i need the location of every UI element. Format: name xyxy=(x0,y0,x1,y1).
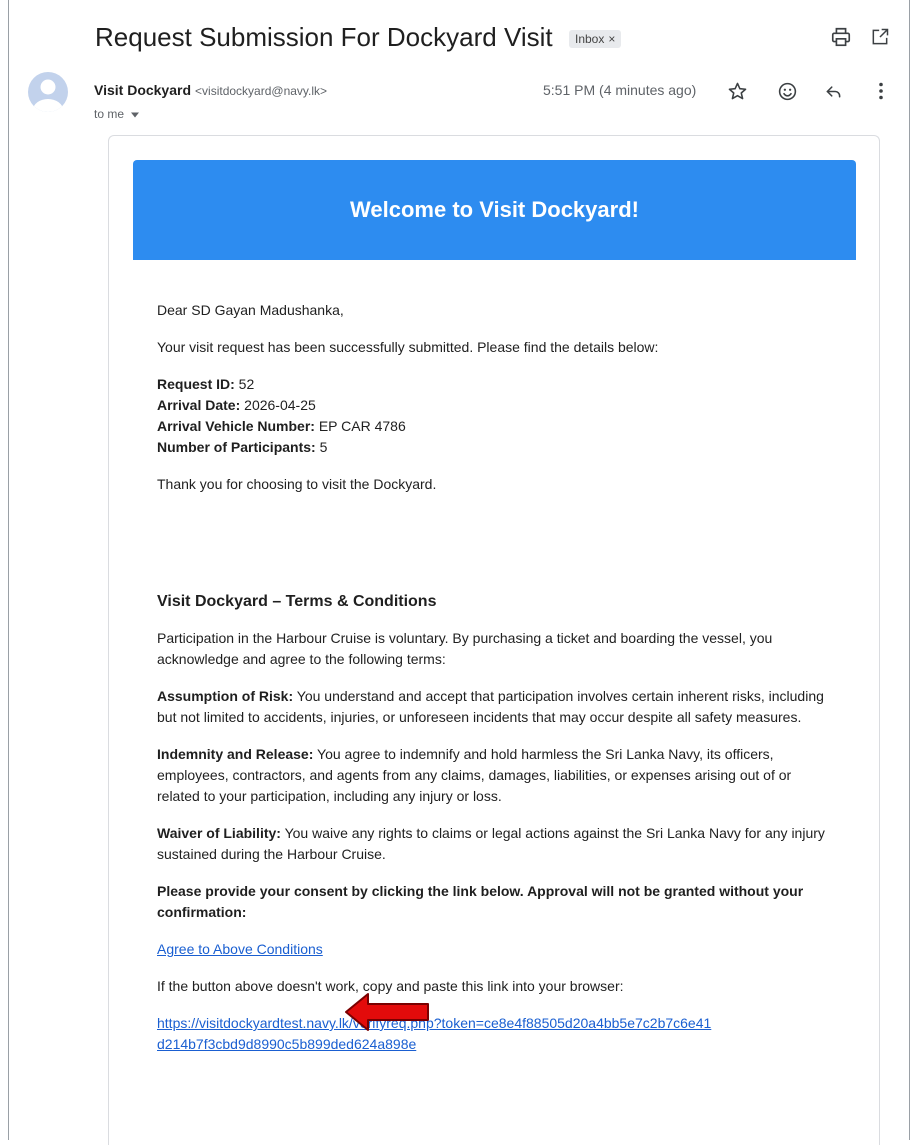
print-icon[interactable] xyxy=(828,24,854,50)
detail-value: EP CAR 4786 xyxy=(314,418,406,434)
remove-label-icon[interactable]: × xyxy=(608,32,615,46)
detail-row: Arrival Vehicle Number: EP CAR 4786 xyxy=(157,416,827,437)
recipient-dropdown[interactable]: to me xyxy=(94,107,140,121)
sender-name[interactable]: Visit Dockyard xyxy=(94,82,191,98)
detail-value: 52 xyxy=(234,376,255,392)
inbox-label-chip[interactable]: Inbox × xyxy=(569,30,622,48)
thanks-text: Thank you for choosing to visit the Dock… xyxy=(157,476,437,492)
sender-line: Visit Dockyard <visitdockyard@navy.lk> xyxy=(94,82,327,98)
term-indemnity-and-release: Indemnity and Release: You agree to inde… xyxy=(157,744,827,807)
terms-heading: Visit Dockyard – Terms & Conditions xyxy=(157,593,437,610)
consent-prompt: Please provide your consent by clicking … xyxy=(157,883,804,920)
banner-title: Welcome to Visit Dockyard! xyxy=(350,197,639,222)
email-timestamp: 5:51 PM (4 minutes ago) xyxy=(543,82,697,98)
more-vertical-icon[interactable] xyxy=(868,78,894,104)
inbox-label-text: Inbox xyxy=(575,32,605,46)
star-icon[interactable] xyxy=(724,78,750,104)
term-label: Indemnity and Release: xyxy=(157,746,314,762)
detail-label: Arrival Vehicle Number: xyxy=(157,418,315,434)
terms-intro: Participation in the Harbour Cruise is v… xyxy=(157,630,773,667)
reply-icon[interactable] xyxy=(820,78,846,104)
intro-text: Your visit request has been successfully… xyxy=(157,339,659,355)
welcome-banner: Welcome to Visit Dockyard! xyxy=(133,160,856,260)
detail-label: Number of Participants: xyxy=(157,439,316,455)
email-subject: Request Submission For Dockyard Visit xyxy=(95,22,553,52)
detail-label: Request ID: xyxy=(157,376,235,392)
greeting: Dear SD Gayan Madushanka, xyxy=(157,302,344,318)
term-assumption-of-risk: Assumption of Risk: You understand and a… xyxy=(157,686,827,728)
verification-url-link[interactable]: https://visitdockyardtest.navy.lk/verify… xyxy=(157,1015,711,1052)
detail-value: 2026-04-25 xyxy=(240,397,316,413)
caret-down-icon xyxy=(131,112,140,118)
agree-conditions-link[interactable]: Agree to Above Conditions xyxy=(157,941,323,957)
fallback-text: If the button above doesn't work, copy a… xyxy=(157,978,624,994)
detail-value: 5 xyxy=(315,439,328,455)
sender-email: <visitdockyard@navy.lk> xyxy=(195,84,328,98)
term-waiver-of-liability: Waiver of Liability: You waive any right… xyxy=(157,823,827,865)
email-body-content: Dear SD Gayan Madushanka, Your visit req… xyxy=(157,300,827,1055)
detail-row: Number of Participants: 5 xyxy=(157,437,827,458)
detail-row: Request ID: 52 xyxy=(157,374,827,395)
annotation-arrow-icon xyxy=(345,993,429,1031)
verification-url-line-2: d214b7f3cbd9d8990c5b899ded624a898e xyxy=(157,1036,417,1052)
detail-label: Arrival Date: xyxy=(157,397,241,413)
term-label: Waiver of Liability: xyxy=(157,825,281,841)
term-label: Assumption of Risk: xyxy=(157,688,294,704)
verification-url-line-1: https://visitdockyardtest.navy.lk/verify… xyxy=(157,1015,712,1031)
recipient-label: to me xyxy=(94,107,125,121)
detail-row: Arrival Date: 2026-04-25 xyxy=(157,395,827,416)
open-in-new-window-icon[interactable] xyxy=(867,24,893,50)
emoji-icon[interactable] xyxy=(774,78,800,104)
request-details: Request ID: 52 Arrival Date: 2026-04-25 … xyxy=(157,374,827,458)
sender-avatar xyxy=(28,72,68,112)
